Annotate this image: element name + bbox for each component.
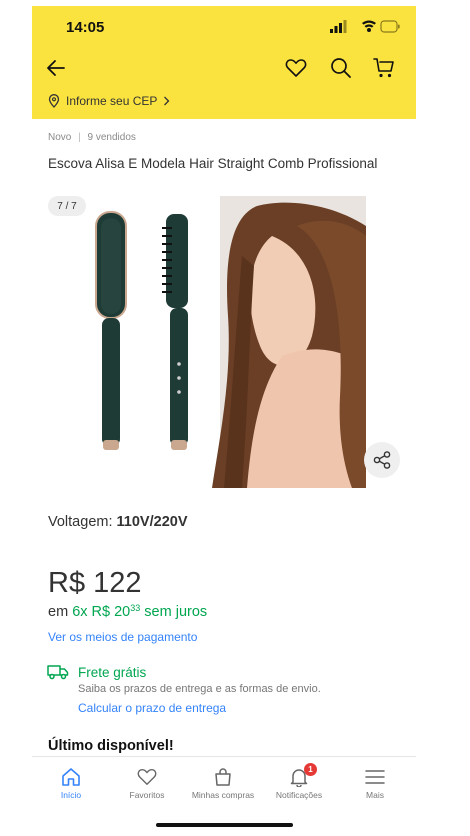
- menu-icon: [365, 770, 385, 784]
- signal-icon: [330, 20, 347, 33]
- truck-icon: [47, 665, 69, 680]
- tab-mais[interactable]: Mais: [336, 767, 414, 800]
- product-subtitle: Novo | 9 vendidos: [48, 132, 136, 143]
- condition: Novo: [48, 132, 72, 143]
- cep-link[interactable]: Informe seu CEP: [48, 94, 170, 108]
- chevron-right-icon: [164, 96, 170, 106]
- phone-screen: 14:05 Informe seu CEP Novo | 9 vendidos …: [32, 6, 416, 832]
- notification-badge: 1: [304, 763, 317, 776]
- cart-button[interactable]: [370, 54, 398, 82]
- status-icons: [330, 19, 400, 35]
- bottom-tab-bar: Início Favoritos Minhas compras 1 Notifi…: [32, 756, 416, 832]
- installments-prefix: em: [48, 604, 69, 620]
- product-image: [82, 196, 366, 488]
- image-counter: 7 / 7: [48, 196, 86, 216]
- sold-count: 9 vendidos: [87, 132, 136, 143]
- shipping-subtitle: Saiba os prazos de entrega e as formas d…: [78, 683, 321, 695]
- nav-row: [32, 50, 416, 86]
- product-title: Escova Alisa E Modela Hair Straight Comb…: [48, 156, 378, 171]
- heart-icon: [285, 59, 307, 77]
- tab-notificacoes[interactable]: 1 Notificações: [260, 763, 338, 800]
- shipping-title: Frete grátis: [78, 665, 147, 680]
- tab-label: Favoritos: [129, 790, 165, 800]
- product-gallery[interactable]: 7 / 7: [48, 196, 400, 488]
- installment-value: R$ 20: [91, 604, 131, 620]
- shipping-calc-link[interactable]: Calcular o prazo de entrega: [78, 701, 226, 715]
- search-button[interactable]: [327, 54, 355, 82]
- status-time: 14:05: [66, 19, 105, 36]
- voltage-value: 110V/220V: [116, 514, 188, 530]
- tab-favoritos[interactable]: Favoritos: [108, 767, 186, 800]
- share-icon: [373, 451, 391, 469]
- favorite-button[interactable]: [282, 54, 310, 82]
- shopping-bag-icon: [215, 768, 231, 786]
- search-icon: [331, 58, 351, 78]
- heart-icon: [137, 769, 157, 785]
- battery-icon: [380, 20, 400, 33]
- share-button[interactable]: [364, 442, 400, 478]
- voltage-label: Voltagem:: [48, 514, 113, 530]
- installments: em 6x R$ 2033 sem juros: [48, 603, 208, 620]
- tab-label: Minhas compras: [191, 790, 255, 800]
- location-pin-icon: [48, 94, 60, 108]
- cep-label: Informe seu CEP: [66, 94, 158, 108]
- payment-methods-link[interactable]: Ver os meios de pagamento: [48, 630, 197, 644]
- tab-inicio[interactable]: Início: [32, 767, 110, 800]
- arrow-left-icon: [47, 60, 65, 76]
- home-indicator: [156, 823, 293, 827]
- installments-count: 6x: [72, 604, 88, 620]
- cart-icon: [373, 58, 394, 78]
- home-icon: [62, 768, 80, 786]
- tab-label: Início: [60, 790, 82, 800]
- installments-suffix: sem juros: [144, 604, 208, 620]
- separator: |: [78, 132, 81, 143]
- stock-status: Último disponível!: [48, 738, 174, 754]
- voltage-option[interactable]: Voltagem: 110V/220V: [48, 514, 188, 530]
- tab-label: Notificações: [275, 790, 323, 800]
- tab-label: Mais: [366, 790, 384, 800]
- installment-cents: 33: [130, 603, 141, 613]
- wifi-icon: [362, 20, 376, 32]
- price: R$ 122: [48, 567, 142, 599]
- header: 14:05 Informe seu CEP: [32, 6, 416, 119]
- tab-minhas-compras[interactable]: Minhas compras: [184, 767, 262, 800]
- back-button[interactable]: [42, 54, 70, 82]
